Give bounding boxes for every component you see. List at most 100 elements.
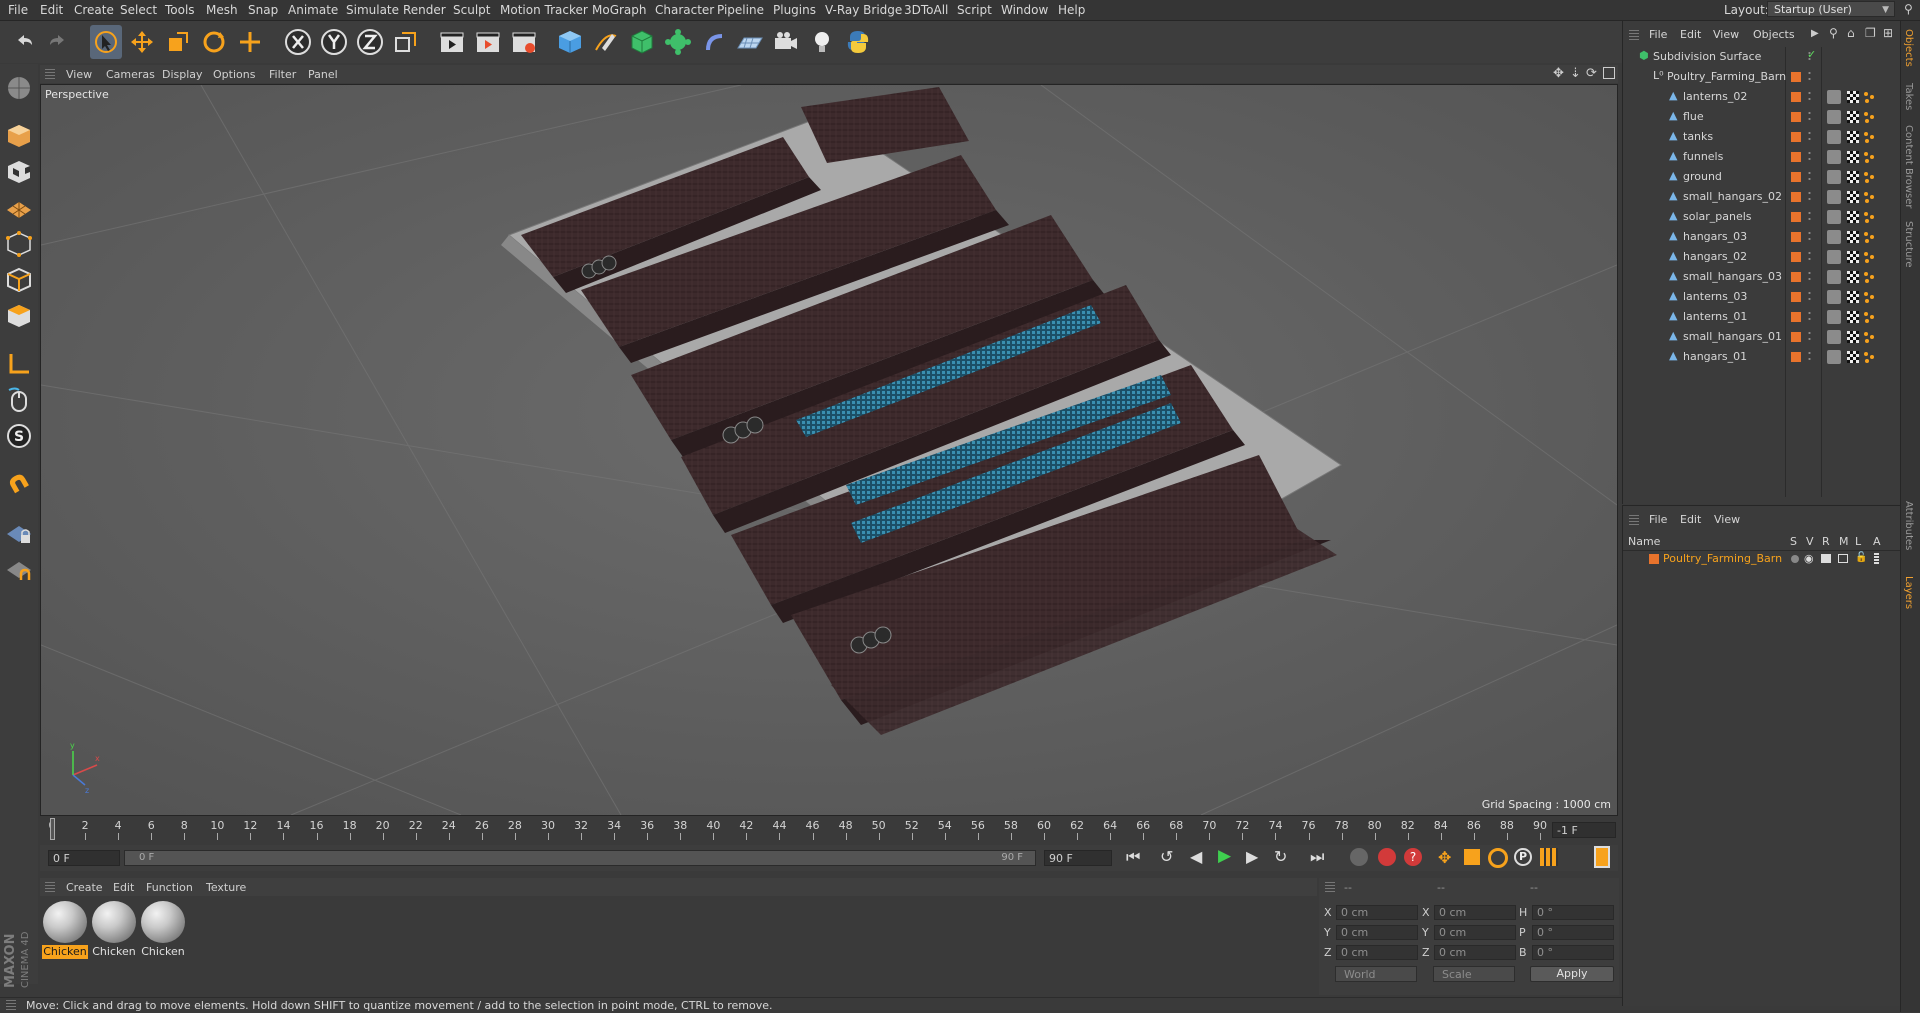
x-axis-lock-button[interactable] bbox=[282, 25, 314, 59]
material-item[interactable]: Chicken bbox=[42, 901, 88, 959]
menu-create[interactable]: Create bbox=[74, 3, 114, 17]
axis-mode-button[interactable] bbox=[3, 348, 35, 380]
magnet-button[interactable] bbox=[3, 468, 35, 500]
python-button[interactable] bbox=[842, 25, 874, 59]
viewport-rotate-icon[interactable]: ⟳ bbox=[1586, 66, 1597, 81]
menu-file[interactable]: File bbox=[8, 3, 28, 17]
layer-color-tag[interactable] bbox=[1791, 72, 1801, 82]
visibility-dots[interactable] bbox=[1808, 270, 1811, 282]
y-axis-lock-button[interactable] bbox=[318, 25, 350, 59]
tab-attributes[interactable]: Attributes bbox=[1903, 501, 1914, 550]
layer-column-v[interactable]: V bbox=[1806, 535, 1814, 548]
menu-plugins[interactable]: Plugins bbox=[773, 3, 816, 17]
viewport-menu-cameras[interactable]: Cameras bbox=[106, 68, 155, 81]
object-row[interactable]: ▲ lanterns_01 bbox=[1623, 307, 1901, 327]
layer-color-tag[interactable] bbox=[1791, 292, 1801, 302]
menu-vray-bridge[interactable]: V-Ray Bridge bbox=[825, 3, 902, 17]
key-rotation-icon[interactable] bbox=[1488, 848, 1508, 868]
timeline-window-icon[interactable] bbox=[1594, 846, 1610, 868]
material-menu-edit[interactable]: Edit bbox=[113, 881, 134, 894]
menu-character[interactable]: Character bbox=[655, 3, 714, 17]
object-menu-view[interactable]: View bbox=[1713, 28, 1739, 41]
material-menu-create[interactable]: Create bbox=[66, 881, 103, 894]
texture-tag-icon[interactable] bbox=[1847, 131, 1859, 143]
material-tag-icon[interactable] bbox=[1827, 230, 1841, 244]
dots-tag-icon[interactable] bbox=[1863, 131, 1875, 143]
search-icon[interactable]: ⚲ bbox=[1904, 2, 1913, 16]
dots-tag-icon[interactable] bbox=[1863, 351, 1875, 363]
dots-tag-icon[interactable] bbox=[1863, 271, 1875, 283]
material-tag-icon[interactable] bbox=[1827, 250, 1841, 264]
layer-color-tag[interactable] bbox=[1791, 192, 1801, 202]
layout-select[interactable]: Startup (User) ▼ bbox=[1767, 1, 1895, 17]
model-mode-button[interactable] bbox=[3, 120, 35, 152]
material-tag-icon[interactable] bbox=[1827, 90, 1841, 104]
key-parameter-icon[interactable]: P bbox=[1514, 848, 1532, 866]
size-mode-select[interactable]: Scale bbox=[1433, 966, 1515, 982]
layer-color-tag[interactable] bbox=[1791, 92, 1801, 102]
tab-takes[interactable]: Takes bbox=[1903, 83, 1914, 110]
drag-handle[interactable] bbox=[1629, 30, 1639, 40]
manager-toggle-icon[interactable] bbox=[1838, 554, 1848, 563]
layer-row[interactable]: Poultry_Farming_Barn ◉ 🔓 bbox=[1623, 551, 1901, 567]
coordinate-system-button[interactable] bbox=[390, 25, 422, 59]
material-tag-icon[interactable] bbox=[1827, 130, 1841, 144]
texture-tag-icon[interactable] bbox=[1847, 91, 1859, 103]
menu-mesh[interactable]: Mesh bbox=[206, 3, 238, 17]
cloner-button[interactable] bbox=[662, 25, 694, 59]
material-tag-icon[interactable] bbox=[1827, 290, 1841, 304]
live-selection-button[interactable] bbox=[90, 25, 122, 59]
viewport-menu-filter[interactable]: Filter bbox=[269, 68, 296, 81]
material-tag-icon[interactable] bbox=[1827, 170, 1841, 184]
light-button[interactable] bbox=[806, 25, 838, 59]
make-editable-button[interactable] bbox=[3, 72, 35, 104]
scale-tool-button[interactable] bbox=[162, 25, 194, 59]
menu-motion-tracker[interactable]: Motion Tracker bbox=[500, 3, 588, 17]
object-row[interactable]: ▲ small_hangars_01 bbox=[1623, 327, 1901, 347]
key-scale-icon[interactable] bbox=[1464, 849, 1480, 865]
layer-color-tag[interactable] bbox=[1791, 172, 1801, 182]
menu-select[interactable]: Select bbox=[120, 3, 157, 17]
menu-render[interactable]: Render bbox=[403, 3, 446, 17]
object-row[interactable]: ▲ ground bbox=[1623, 167, 1901, 187]
polygon-mode-button[interactable] bbox=[3, 300, 35, 332]
menu-edit[interactable]: Edit bbox=[40, 3, 63, 17]
key-pla-icon[interactable] bbox=[1540, 848, 1558, 866]
object-row[interactable]: ▲ hangars_03 bbox=[1623, 227, 1901, 247]
visibility-dots[interactable] bbox=[1808, 190, 1811, 202]
previous-frame-button[interactable]: ◀ bbox=[1190, 847, 1202, 866]
object-row[interactable]: ▲ hangars_01 bbox=[1623, 347, 1901, 367]
texture-tag-icon[interactable] bbox=[1847, 111, 1859, 123]
material-tag-icon[interactable] bbox=[1827, 310, 1841, 324]
start-frame-field[interactable]: 0 F bbox=[48, 850, 120, 866]
visibility-dots[interactable] bbox=[1808, 170, 1811, 182]
material-menu-texture[interactable]: Texture bbox=[206, 881, 246, 894]
layer-solo-toggle[interactable] bbox=[1791, 555, 1799, 563]
dots-tag-icon[interactable] bbox=[1863, 151, 1875, 163]
pen-spline-button[interactable] bbox=[590, 25, 622, 59]
cube-primitive-button[interactable] bbox=[554, 25, 586, 59]
deformer-button[interactable] bbox=[698, 25, 730, 59]
keyframe-selection-button[interactable]: ? bbox=[1404, 848, 1422, 866]
dots-tag-icon[interactable] bbox=[1863, 211, 1875, 223]
texture-tag-icon[interactable] bbox=[1847, 291, 1859, 303]
tweak-mode-button[interactable] bbox=[3, 384, 35, 416]
animation-toggle-icon[interactable] bbox=[1874, 553, 1879, 564]
object-menu-edit[interactable]: Edit bbox=[1680, 28, 1701, 41]
object-row[interactable]: ▲ lanterns_03 bbox=[1623, 287, 1901, 307]
layer-column-s[interactable]: S bbox=[1790, 535, 1797, 548]
key-position-icon[interactable]: ✥ bbox=[1438, 848, 1451, 867]
texture-tag-icon[interactable] bbox=[1847, 331, 1859, 343]
new-window-icon[interactable]: ⊞ bbox=[1883, 26, 1893, 40]
camera-button[interactable] bbox=[770, 25, 802, 59]
dots-tag-icon[interactable] bbox=[1863, 251, 1875, 263]
texture-tag-icon[interactable] bbox=[1847, 211, 1859, 223]
texture-mode-button[interactable] bbox=[3, 156, 35, 188]
layer-color-tag[interactable] bbox=[1791, 112, 1801, 122]
menu-window[interactable]: Window bbox=[1001, 3, 1048, 17]
layer-color-tag[interactable] bbox=[1791, 252, 1801, 262]
menu-sculpt[interactable]: Sculpt bbox=[453, 3, 490, 17]
layers-icon[interactable]: ❐ bbox=[1865, 26, 1876, 40]
next-frame-button[interactable]: ▶ bbox=[1246, 847, 1258, 866]
object-row[interactable]: ▲ flue bbox=[1623, 107, 1901, 127]
